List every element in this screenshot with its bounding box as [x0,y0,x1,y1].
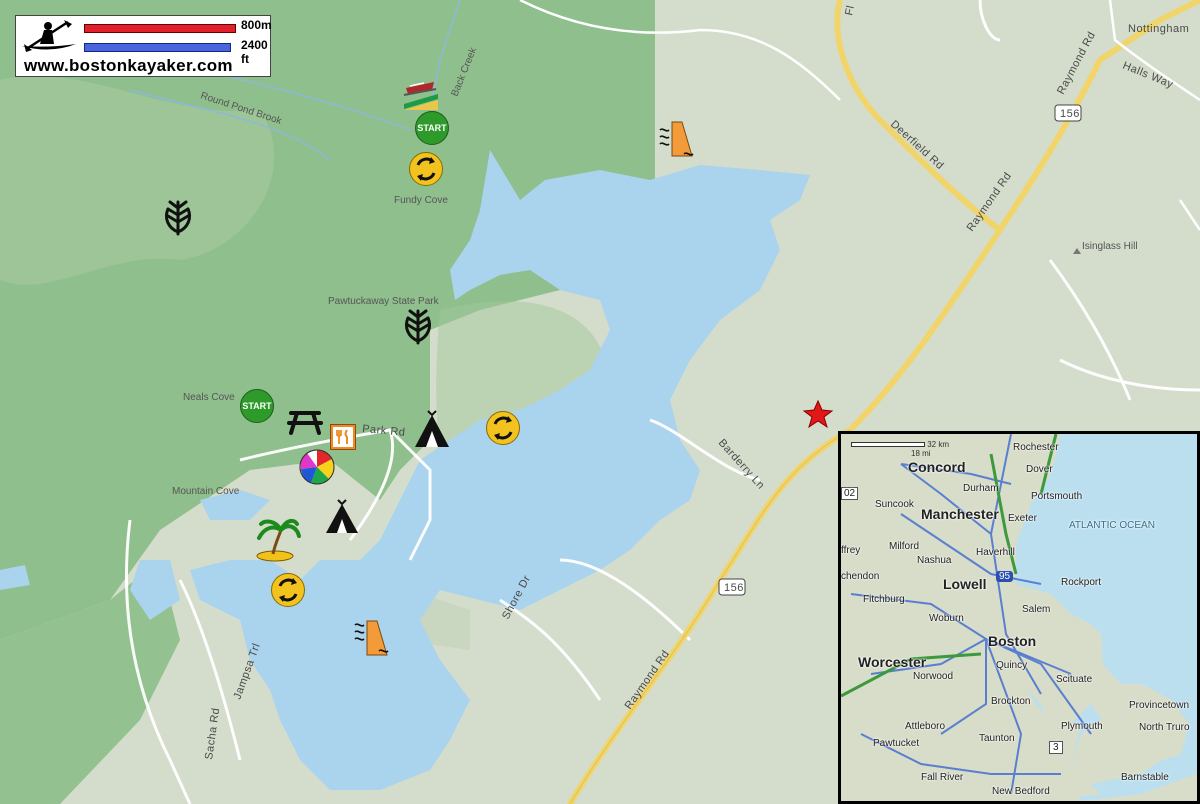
start-icon[interactable]: START [240,389,274,423]
neals-cove-label: Neals Cove [183,392,235,403]
route-156-shield-bottom: 156 [718,578,746,596]
city-attleboro: Attleboro [905,721,946,732]
route-156-shield-top: 156 [1054,104,1082,122]
city-woburn: Woburn [929,613,964,624]
atlantic-ocean-label: ATLANTIC OCEAN [1069,520,1155,531]
kayak-loop-icon[interactable] [486,411,520,445]
kayaker-logo-icon [22,20,76,52]
kayak-loop-icon[interactable] [409,152,443,186]
city-taunton: Taunton [979,733,1015,744]
city-quincy: Quincy [996,660,1028,671]
restaurant-icon[interactable] [330,424,356,450]
city-salem: Salem [1022,604,1051,615]
metric-scale-bar [84,24,236,33]
start-label: START [417,123,447,133]
kayak-loop-icon[interactable] [271,573,305,607]
beach-ball-icon[interactable] [299,449,335,485]
site-url[interactable]: www.bostonkayaker.com [24,56,233,76]
inset-regional-map[interactable]: 32 km 18 mi Concord Rochester Dover Durh… [838,431,1200,804]
city-rockport: Rockport [1061,577,1102,588]
city-portsmouth: Portsmouth [1031,491,1083,502]
state-park-label: Pawtuckaway State Park [328,296,440,307]
city-new-bedford: New Bedford [992,786,1050,797]
mountain-cove-label: Mountain Cove [172,486,240,497]
city-lowell: Lowell [943,576,987,592]
city-norwood: Norwood [913,671,954,682]
city-pawtucket: Pawtucket [873,738,920,749]
start-icon[interactable]: START [415,111,449,145]
imperial-scale-label: 2400 ft [241,38,268,66]
svg-text:156: 156 [724,582,744,594]
inset-scale: 32 km 18 mi [851,440,949,458]
city-brockton: Brockton [991,696,1031,707]
city-ffrey: ffrey [841,545,861,556]
city-north-truro: North Truro [1139,722,1190,733]
city-exeter: Exeter [1008,513,1037,524]
logo-scale-box: 800m 2400 ft www.bostonkayaker.com [15,15,272,77]
city-scituate: Scituate [1056,674,1093,685]
city-suncook: Suncook [875,499,914,510]
metric-scale-label: 800m [241,18,272,32]
city-dover: Dover [1026,464,1053,475]
city-nashua: Nashua [917,555,952,566]
city-fitchburg: Fitchburg [863,594,905,605]
city-provincetown: Provincetown [1129,700,1190,711]
city-durham: Durham [963,483,999,494]
city-milford: Milford [889,541,920,552]
city-rochester: Rochester [1013,442,1059,453]
start-label: START [242,401,272,411]
city-fall-river: Fall River [921,772,964,783]
route-202-shield: 02 [841,487,859,500]
route-3-shield: 3 [1049,741,1063,754]
i95-shield: 95 [996,571,1014,582]
nottingham-label: Nottingham [1128,23,1189,35]
isinglass-hill-label: Isinglass Hill [1082,241,1138,252]
city-barnstable: Barnstable [1121,772,1169,783]
fundy-cove-label: Fundy Cove [394,195,448,206]
svg-text:156: 156 [1060,108,1080,120]
imperial-scale-bar [84,43,231,52]
city-plymouth: Plymouth [1061,721,1103,732]
city-boston: Boston [988,633,1037,649]
city-worcester: Worcester [858,654,927,670]
city-manchester: Manchester [921,506,999,522]
city-haverhill: Haverhill [976,547,1015,558]
city-concord: Concord [908,459,966,475]
city-chendon: chendon [841,571,880,582]
